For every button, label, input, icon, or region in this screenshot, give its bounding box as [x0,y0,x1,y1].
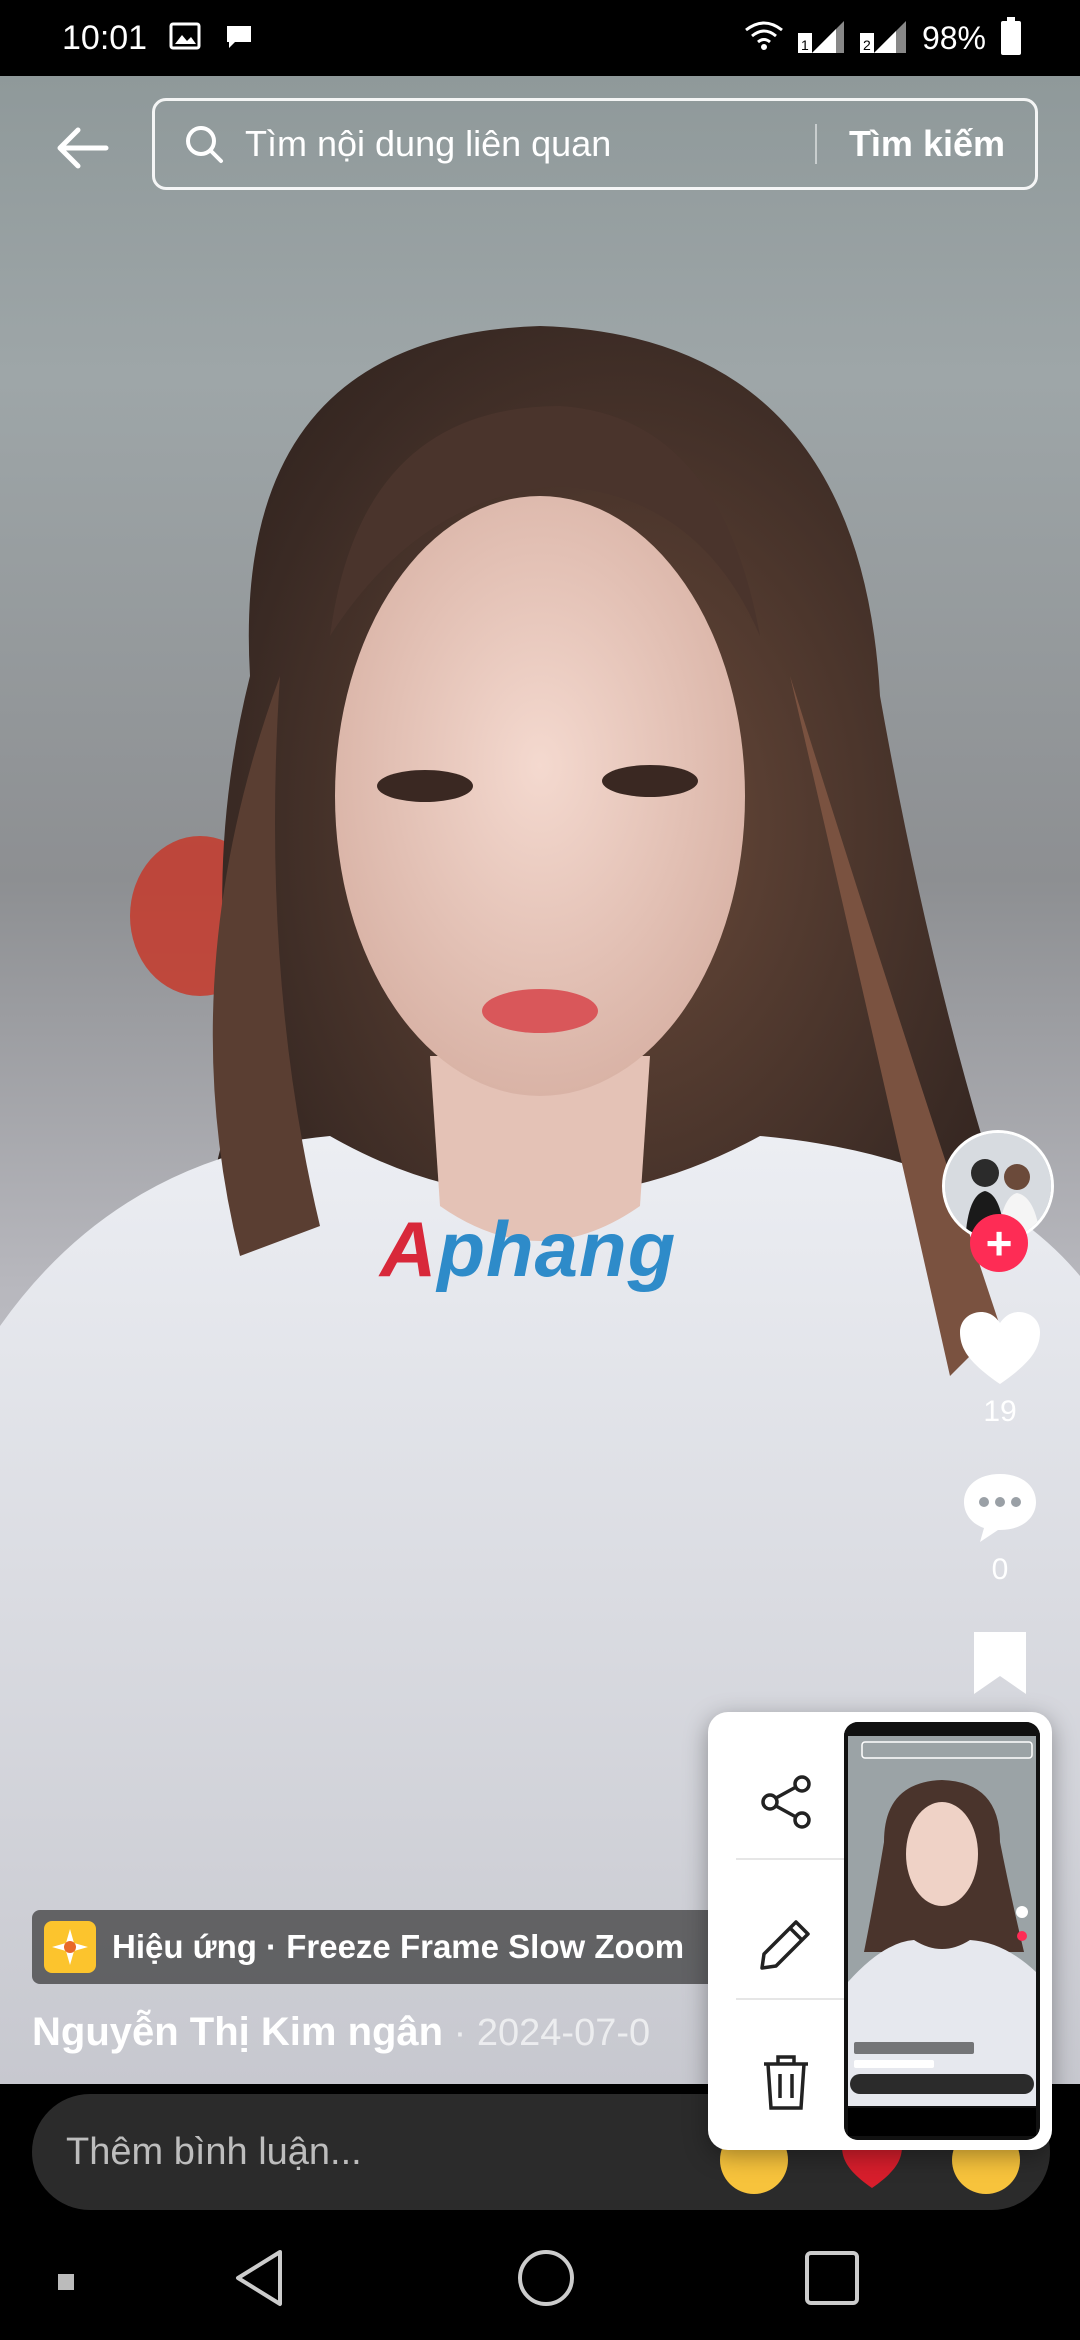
author-line[interactable]: Nguyễn Thị Kim ngân · 2024-07-0 [32,2010,650,2055]
watermark-rest: phang [437,1205,677,1293]
search-bar[interactable]: Tìm nội dung liên quan Tìm kiếm [152,98,1038,190]
nav-dot-icon [58,2274,74,2290]
signal-sim2-icon: 2 [859,19,908,58]
heart-icon [960,1312,1040,1384]
watermark-first: A [380,1205,438,1293]
bookmark-icon [974,1632,1026,1694]
status-time: 10:01 [62,18,148,57]
screenshot-popup [708,1712,1052,2150]
wifi-icon [744,20,784,57]
back-button[interactable] [44,110,120,186]
watermark-logo: Aphang [380,1204,676,1295]
popup-divider [736,1858,846,1860]
search-icon [183,120,231,168]
effect-label: Hiệu ứng · Freeze Frame Slow Zoom [112,1928,685,1965]
post-date: · 2024-07-0 [443,2012,651,2054]
nav-recents-button[interactable] [804,2250,860,2311]
comment-placeholder: Thêm bình luận... [66,2130,362,2173]
share-icon [761,1775,811,1829]
battery-percent: 98% [921,19,986,56]
svg-text:1: 1 [801,37,809,53]
popup-edit-button[interactable] [738,1896,834,1992]
trash-icon [764,2055,808,2110]
triangle-back-icon [236,2250,282,2306]
search-input[interactable]: Tìm nội dung liên quan [245,123,815,165]
sparkle-effect-icon [44,1921,96,1973]
bookmark-action[interactable] [950,1630,1050,1701]
comment-icon [964,1474,1036,1542]
status-bar: 10:01 1 2 98% [0,0,1080,76]
popup-delete-button[interactable] [738,2034,834,2130]
like-count: 19 [983,1395,1017,1428]
square-recents-icon [805,2251,859,2305]
screenshot-thumbnail[interactable] [844,1722,1040,2140]
gallery-icon [169,20,201,57]
thumbnail-preview-image [844,1722,1040,2140]
comment-action[interactable]: 0 [950,1470,1050,1587]
like-action[interactable]: 19 [950,1310,1050,1429]
navigation-bar [0,2234,1080,2340]
signal-sim1-icon: 1 [797,19,846,58]
arrow-left-icon [57,127,109,169]
search-button[interactable]: Tìm kiếm [817,123,1035,165]
nav-back-button[interactable] [232,2248,286,2313]
popup-divider [736,1998,846,2000]
popup-share-button[interactable] [738,1754,834,1850]
chat-bubble-icon [223,20,255,57]
edit-pencil-icon [760,1920,810,1970]
effect-chip[interactable]: Hiệu ứng · Freeze Frame Slow Zoom [32,1910,732,1984]
battery-icon [1000,16,1022,60]
follow-button[interactable]: + [970,1214,1028,1272]
nav-home-button[interactable] [516,2248,576,2313]
svg-text:2: 2 [863,37,871,53]
author-name[interactable]: Nguyễn Thị Kim ngân [32,2010,443,2054]
comment-count: 0 [991,1553,1009,1586]
circle-home-icon [518,2250,574,2306]
